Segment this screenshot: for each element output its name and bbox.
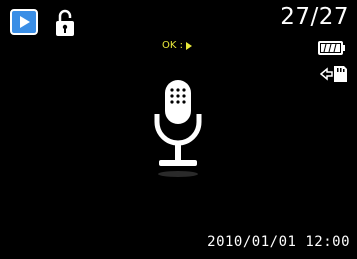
battery-icon [318, 41, 345, 55]
camera-playback-screen: 27/27 OK : 2010/01/01 12:00 [0, 0, 357, 259]
ok-play-hint: OK : [162, 40, 192, 51]
lock-icon [56, 9, 74, 36]
date-time-stamp: 2010/01/01 12:00 [207, 234, 350, 250]
ok-hint-label: OK : [162, 40, 183, 51]
image-counter: 27/27 [280, 4, 349, 30]
play-triangle-icon [185, 41, 192, 50]
memory-card-icon [320, 66, 347, 82]
microphone-icon [154, 80, 202, 177]
playback-mode-icon [10, 9, 38, 35]
